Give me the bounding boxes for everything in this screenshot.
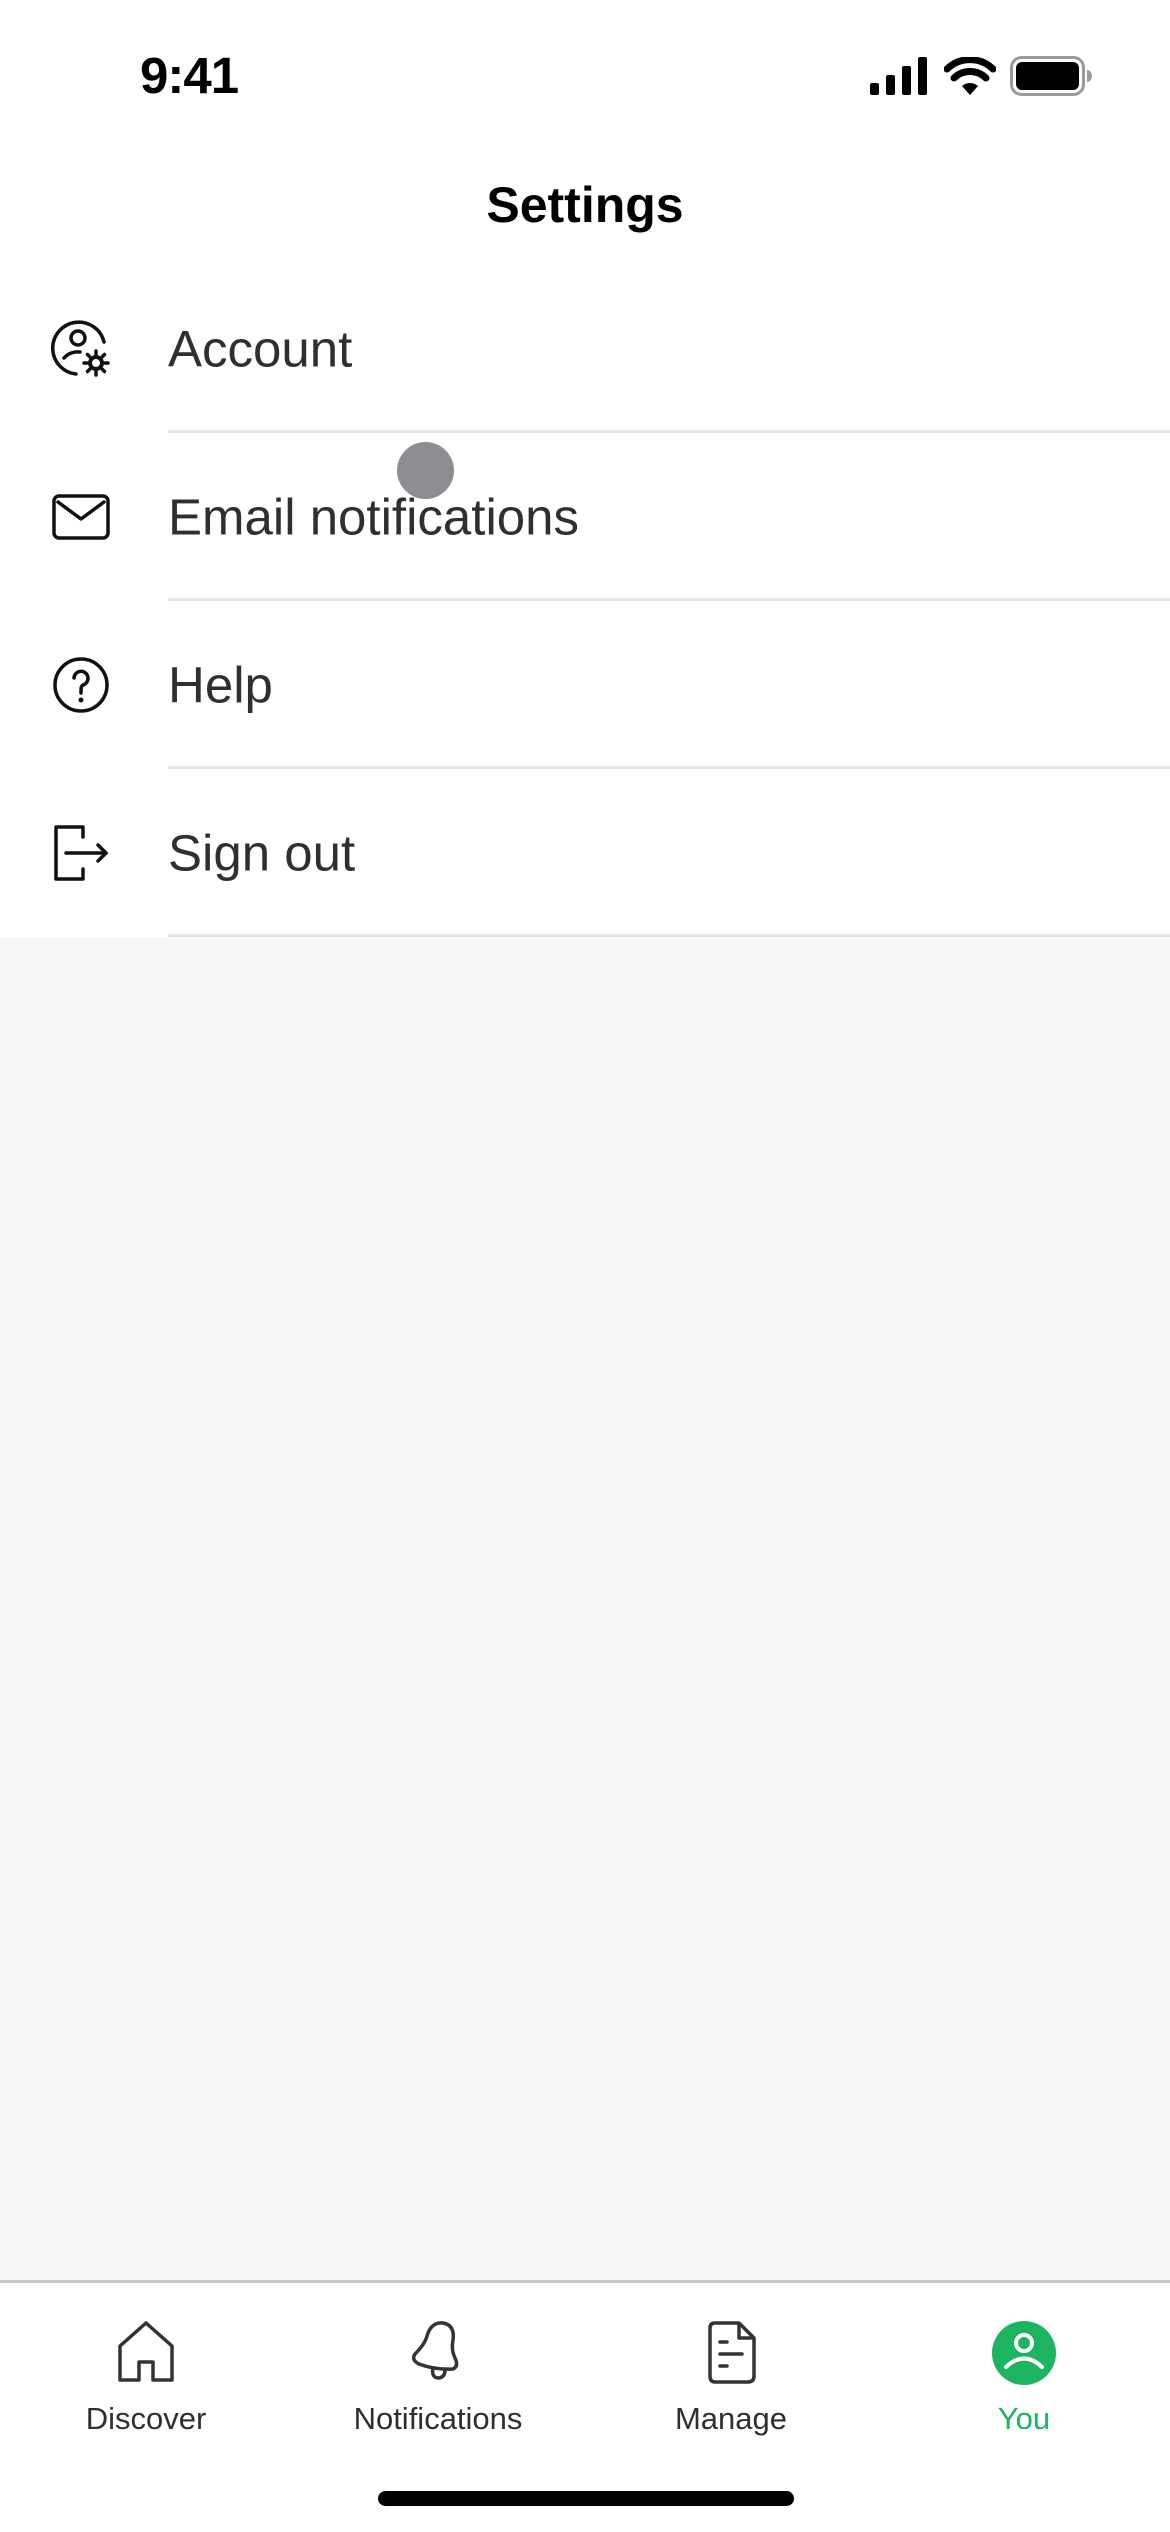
status-bar: 9:41: [0, 0, 1170, 150]
touch-indicator: [397, 442, 454, 499]
page-title: Settings: [486, 177, 684, 233]
settings-item-sign-out[interactable]: Sign out: [0, 769, 1170, 937]
home-icon: [118, 2321, 174, 2382]
question-circle-icon: [53, 657, 109, 713]
settings-item-label: Account: [168, 320, 353, 378]
divider: [168, 934, 1170, 937]
status-time: 9:41: [140, 47, 239, 104]
tab-label: Discover: [85, 2401, 207, 2436]
tab-label: You: [997, 2401, 1051, 2436]
tab-label: Notifications: [353, 2401, 523, 2436]
home-indicator[interactable]: [378, 2491, 794, 2506]
status-icons: [870, 56, 1092, 96]
settings-item-account[interactable]: Account: [0, 265, 1170, 433]
settings-item-label: Email notifications: [168, 488, 580, 546]
settings-item-label: Help: [168, 656, 273, 714]
cellular-signal-icon: [870, 57, 927, 95]
sign-out-icon: [54, 825, 108, 881]
envelope-icon: [52, 494, 110, 540]
settings-item-help[interactable]: Help: [0, 601, 1170, 769]
account-settings-icon: [50, 320, 110, 377]
settings-item-email-notifications[interactable]: Email notifications: [0, 433, 1170, 601]
tab-notifications[interactable]: Notifications: [292, 2283, 584, 2463]
settings-list: Account Email notifications Help Sign ou…: [0, 265, 1170, 937]
tab-you[interactable]: You: [878, 2283, 1170, 2463]
settings-item-label: Sign out: [168, 824, 356, 882]
user-icon: [992, 2321, 1056, 2385]
tab-discover[interactable]: Discover: [0, 2283, 292, 2463]
tab-label: Manage: [674, 2401, 788, 2436]
bell-icon: [411, 2321, 459, 2380]
battery-icon: [1010, 56, 1092, 96]
document-icon: [708, 2321, 756, 2384]
wifi-icon: [944, 57, 996, 95]
navigation-header: Settings: [0, 150, 1170, 265]
tab-manage[interactable]: Manage: [585, 2283, 877, 2463]
